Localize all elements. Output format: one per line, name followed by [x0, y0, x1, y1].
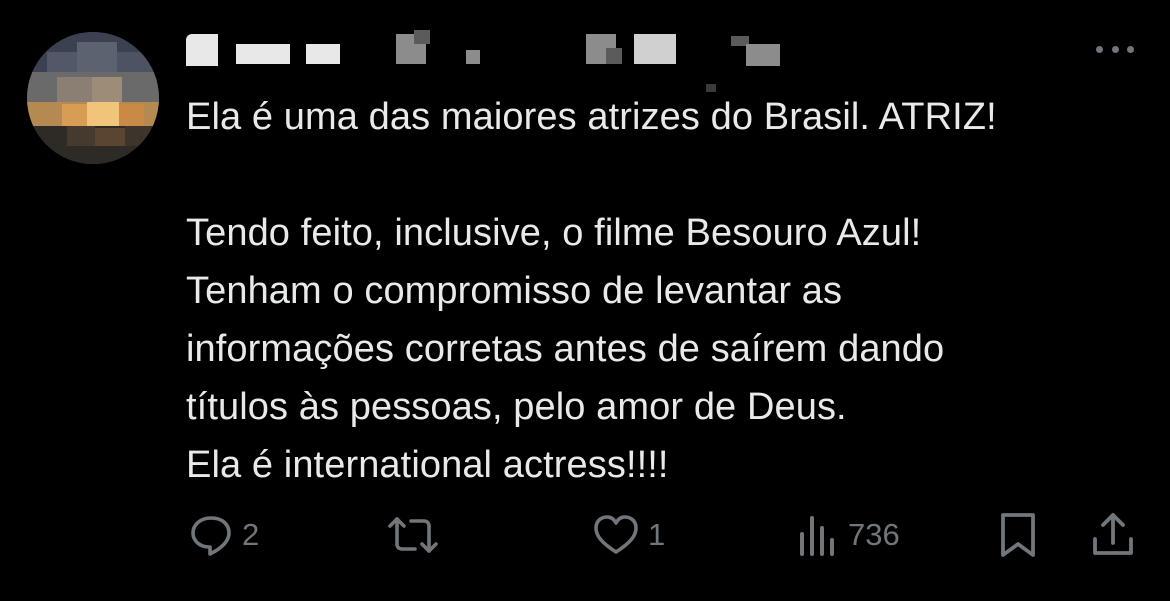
censored-name-block [466, 50, 480, 64]
censored-name-block [746, 44, 780, 66]
censored-name-block [306, 44, 340, 64]
reply-count: 2 [242, 517, 260, 552]
tweet-text: Ela é uma das maiores atrizes do Brasil.… [186, 88, 1146, 494]
views-button[interactable]: 736 [796, 510, 900, 560]
views-count: 736 [848, 517, 900, 552]
tweet-line: Ela é international actress!!!! [186, 444, 669, 486]
censored-name-block [606, 48, 622, 64]
retweet-button[interactable] [386, 510, 448, 560]
bookmark-icon [1001, 513, 1035, 557]
tweet-line: Tendo feito, inclusive, o filme Besouro … [186, 212, 922, 254]
more-horizontal-icon [1111, 45, 1119, 53]
reply-icon [191, 516, 231, 556]
tweet-header [186, 30, 806, 92]
share-icon [1093, 513, 1133, 555]
more-horizontal-icon [1127, 45, 1134, 53]
tweet-line: Ela é uma das maiores atrizes do Brasil.… [186, 96, 997, 138]
tweet-actions: 2 1 736 [186, 510, 1146, 560]
more-options-button[interactable] [1092, 36, 1138, 62]
views-icon [800, 516, 834, 556]
bookmark-button[interactable] [998, 510, 1038, 560]
censored-name-block [186, 34, 218, 66]
heart-icon [594, 515, 638, 554]
more-horizontal-icon [1096, 45, 1103, 53]
censored-name-block [236, 44, 290, 64]
tweet-line: títulos às pessoas, pelo amor de Deus. [186, 386, 847, 428]
retweet-icon [388, 517, 438, 553]
tweet-line: informações corretas antes de saírem dan… [186, 328, 945, 370]
censored-name-block [634, 34, 676, 64]
tweet-line: Tenham o compromisso de levantar as [186, 270, 843, 312]
share-button[interactable] [1091, 510, 1135, 560]
like-count: 1 [648, 517, 666, 552]
avatar[interactable] [27, 32, 159, 164]
reply-button[interactable]: 2 [188, 510, 259, 560]
tweet-blank-line [186, 146, 1146, 204]
censored-name-block [414, 30, 430, 44]
like-button[interactable]: 1 [592, 510, 665, 560]
tweet: Ela é uma das maiores atrizes do Brasil.… [0, 0, 1170, 601]
